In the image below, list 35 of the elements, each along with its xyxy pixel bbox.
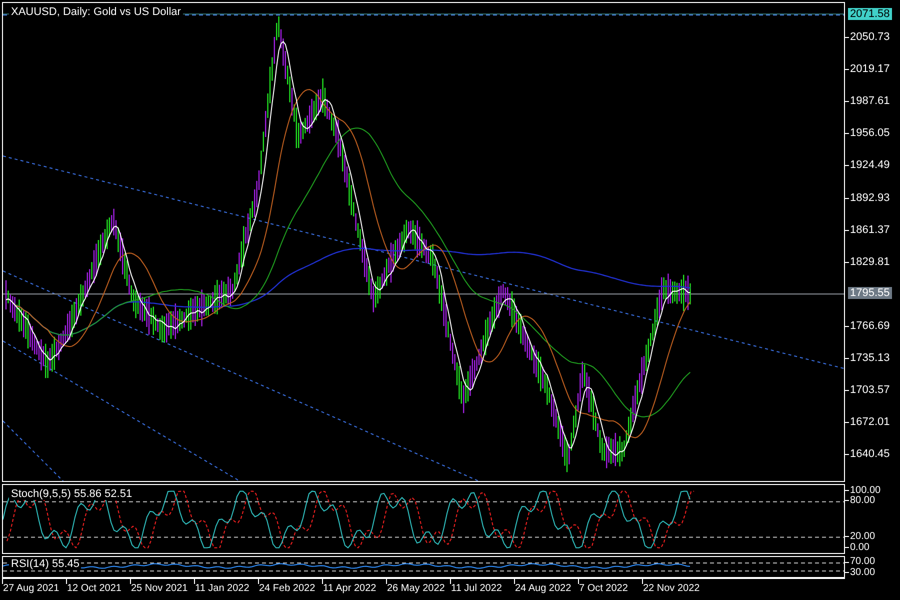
stochastic-axis-label: 20.00 [850,531,876,542]
indicator-label: RSI(14) 55.45 [9,558,82,570]
price-axis-label: 2050.73 [850,32,890,43]
time-axis-label: 27 Aug 2021 [3,583,60,594]
price-axis-label: 1735.13 [850,353,890,364]
rsi-axis-label: 70.00 [850,556,876,567]
price-axis-label: 1672.01 [850,417,890,428]
time-axis-label: 22 Nov 2022 [643,583,700,594]
price-axis-label: 2019.17 [850,64,890,76]
stochastic-axis-label: 100.00 [850,485,881,496]
stochastic-axis-label: 80.00 [850,495,876,506]
price-axis-label: 1640.45 [850,449,890,460]
chart-title: XAUUSD, Daily: Gold vs US Dollar [9,6,183,18]
stochastic-axis-label: 0.00 [850,542,870,553]
price-axis-label: 1956.05 [850,128,890,140]
time-axis-label: 24 Feb 2022 [259,583,316,594]
price-axis-label: 1766.69 [850,320,890,332]
time-axis-label: 11 Jan 2022 [195,583,250,594]
price-axis-label: 1703.57 [850,385,890,396]
time-axis-label: 11 Apr 2022 [323,583,376,594]
time-axis-label: 12 Oct 2021 [67,583,122,594]
time-axis-label: 11 Jul 2022 [451,583,502,594]
price-axis-label: 1829.81 [850,256,890,268]
time-axis-label: 25 Nov 2021 [131,583,188,594]
time-axis-label: 24 Aug 2022 [515,583,572,594]
price-axis-label: 1987.61 [850,96,890,108]
last-price-marker: 1795.55 [848,287,892,299]
time-axis-label: 7 Oct 2022 [579,583,628,594]
indicator-label: Stoch(9,5,5) 55.86 52.51 [9,488,134,500]
rsi-axis-label: 30.00 [850,567,876,578]
price-axis-label: 1861.37 [850,224,890,236]
price-axis-label: 1924.49 [850,160,890,172]
price-axis-label: 1892.93 [850,192,890,204]
time-axis-label: 26 May 2022 [387,583,445,594]
high-price-marker: 2071.58 [848,8,892,20]
